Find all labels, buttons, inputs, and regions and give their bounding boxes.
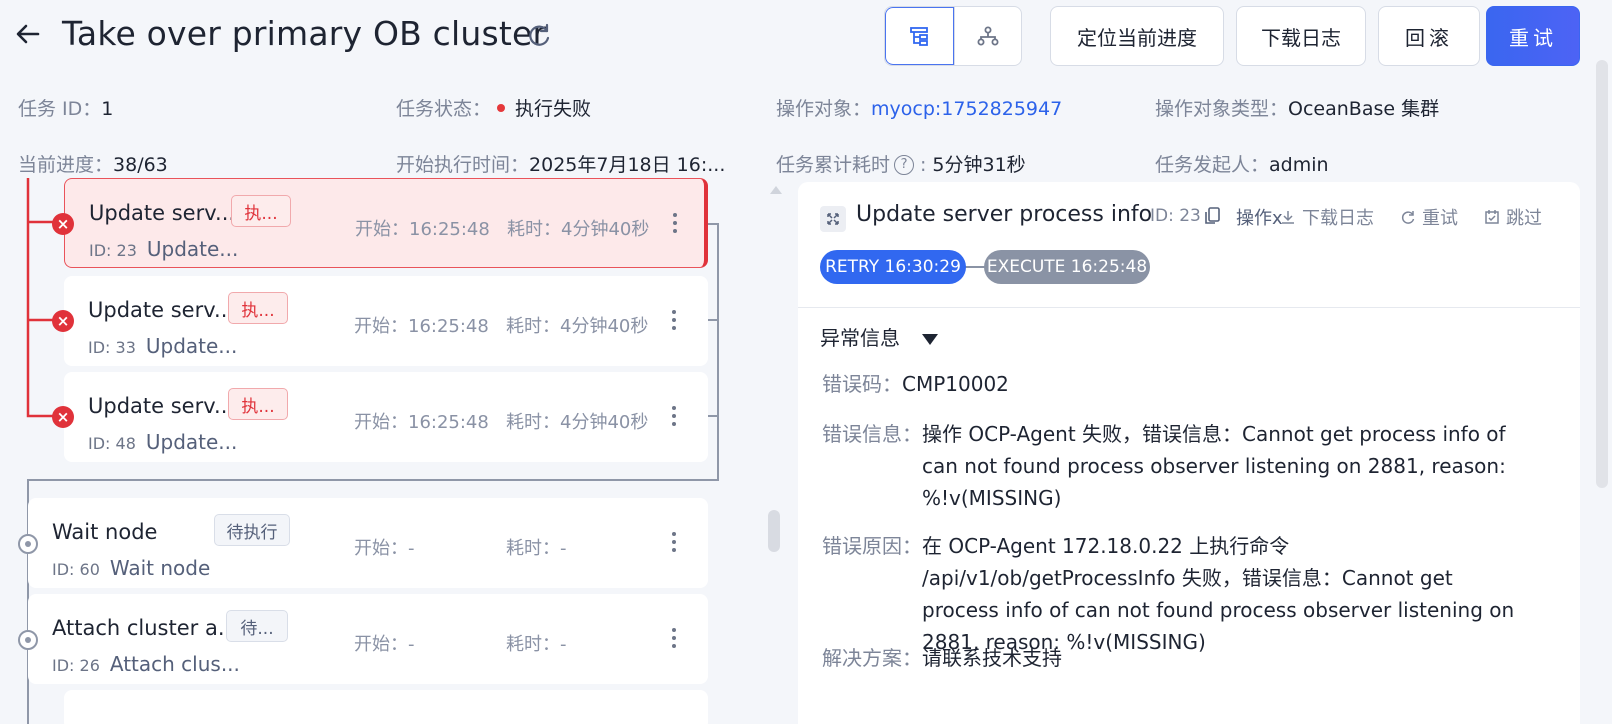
task-name: Update serv... [88, 394, 235, 418]
more-menu-icon[interactable] [666, 528, 682, 558]
error-message-row: 错误信息： 操作 OCP-Agent 失败，错误信息：Cannot get pro… [822, 422, 1506, 510]
status-badge: 待... [226, 610, 288, 642]
task-elapsed: 耗时：- [506, 634, 567, 655]
flow-graph-icon [977, 26, 999, 46]
skip-link[interactable]: 跳过 [1484, 204, 1542, 230]
task-detail-panel: Update server process info ID: 23 操作x 下载… [798, 182, 1580, 724]
error-code-row: 错误码： CMP10002 [822, 372, 1009, 396]
task-card[interactable] [64, 690, 708, 724]
initiator-field: 任务发起人：admin [1155, 154, 1329, 176]
solution-row: 解决方案： 请联系技术支持 [822, 646, 1062, 670]
detail-title: Update server process info [856, 202, 1153, 227]
task-name: Update serv... [88, 298, 235, 322]
more-menu-icon[interactable] [666, 402, 682, 432]
graph-view-button[interactable] [953, 7, 1022, 65]
status-badge: 待执行 [214, 514, 290, 546]
task-name: Attach cluster a... [52, 616, 238, 640]
status-badge: 执... [228, 292, 288, 324]
task-name: Update serv... [89, 201, 236, 225]
task-meta: ID: 48 Update... [88, 430, 238, 454]
pending-status-icon [18, 534, 38, 554]
progress-field: 当前进度：38/63 [18, 154, 168, 176]
execute-history-pill[interactable]: EXECUTE 16:25:48 [984, 250, 1150, 284]
error-cause-row: 错误原因：在 OCP-Agent 172.18.0.22 上执行命令 /api/… [822, 534, 1515, 654]
task-name: Wait node [52, 520, 158, 544]
start-time-field: 开始执行时间：2025年7月18日 16:... [396, 154, 726, 176]
detail-header: Update server process info ID: 23 操作x 下载… [798, 182, 1580, 308]
task-meta: ID: 26 Attach clus... [52, 652, 240, 676]
page-title: Take over primary OB cluster [62, 14, 547, 53]
exception-section-toggle[interactable]: 异常信息 [820, 322, 938, 351]
task-elapsed: 耗时：4分钟40秒 [506, 412, 649, 433]
task-elapsed: 耗时：4分钟40秒 [507, 219, 650, 240]
retry-button[interactable]: 重试 [1486, 6, 1580, 66]
more-menu-icon[interactable] [666, 306, 682, 336]
task-start: 开始：16:25:48 [354, 412, 489, 433]
target-field: 操作对象：myocp:1752825947 [776, 98, 1063, 120]
expand-icon[interactable] [820, 206, 846, 232]
task-elapsed: 耗时：- [506, 538, 567, 559]
more-menu-icon[interactable] [666, 624, 682, 654]
task-meta: ID: 23 Update... [89, 237, 239, 261]
skip-icon [1485, 210, 1499, 224]
retry-history-pill[interactable]: RETRY 16:30:29 [820, 250, 966, 284]
retry-link[interactable]: 重试 [1400, 204, 1458, 230]
task-card[interactable]: Update serv... 执... ID: 48 Update... 开始：1… [64, 372, 708, 462]
retry-icon [1401, 211, 1415, 224]
download-log-button[interactable]: 下载日志 [1236, 6, 1366, 66]
list-tree-icon [910, 27, 929, 46]
task-card[interactable]: Update serv... 执... ID: 23 Update... 开始：1… [64, 178, 708, 268]
target-type-field: 操作对象类型：OceanBase 集群 [1155, 98, 1440, 120]
task-start: 开始：- [354, 538, 415, 559]
status-dot-icon [497, 104, 506, 112]
refresh-icon[interactable] [526, 22, 552, 48]
pending-status-icon [18, 630, 38, 650]
list-scrollbar[interactable] [768, 510, 780, 552]
download-log-link[interactable]: 下载日志 [1280, 204, 1374, 230]
status-badge: 执行失败 [515, 98, 592, 120]
back-arrow-icon[interactable] [14, 20, 42, 48]
task-status-field: 任务状态： 执行失败 [396, 98, 592, 120]
task-meta: ID: 33 Update... [88, 334, 238, 358]
page-scrollbar[interactable] [1596, 60, 1608, 488]
download-icon [1282, 211, 1294, 224]
status-badge: 执... [228, 388, 288, 420]
task-card[interactable]: Update serv... 执... ID: 33 Update... 开始：1… [64, 276, 708, 366]
task-elapsed: 耗时：4分钟40秒 [506, 316, 649, 337]
help-icon[interactable]: ? [894, 154, 915, 175]
locate-progress-button[interactable]: 定位当前进度 [1050, 6, 1224, 66]
more-menu-icon[interactable] [667, 209, 683, 239]
target-link[interactable]: myocp:1752825947 [871, 98, 1062, 120]
view-mode-toggle [884, 6, 1022, 66]
detail-id: ID: 23 [1150, 206, 1201, 226]
list-view-button[interactable] [885, 7, 954, 65]
failed-status-icon: × [52, 406, 74, 428]
elapsed-field: 任务累计耗时?:5分钟31秒 [776, 154, 1026, 176]
caret-down-icon [922, 334, 938, 345]
failed-status-icon: × [52, 213, 74, 235]
timeline-connector [964, 266, 986, 268]
task-start: 开始：16:25:48 [354, 316, 489, 337]
copy-icon[interactable] [1204, 206, 1222, 226]
failed-status-icon: × [52, 310, 74, 332]
detail-actions: 操作x 下载日志 重试 跳过 [1236, 204, 1542, 230]
status-badge: 执... [231, 195, 291, 227]
list-scroll-up-icon[interactable] [770, 186, 782, 194]
task-start: 开始：16:25:48 [355, 219, 490, 240]
task-meta: ID: 60 Wait node [52, 556, 211, 580]
task-start: 开始：- [354, 634, 415, 655]
rollback-button[interactable]: 回滚 [1378, 6, 1480, 66]
operate-button[interactable]: 操作x [1236, 204, 1284, 230]
task-id-field: 任务 ID：1 [18, 98, 114, 120]
task-card[interactable]: Attach cluster a... 待... ID: 26 Attach cl… [28, 594, 708, 684]
task-card[interactable]: Wait node 待执行 ID: 60 Wait node 开始：- 耗时：- [28, 498, 708, 588]
